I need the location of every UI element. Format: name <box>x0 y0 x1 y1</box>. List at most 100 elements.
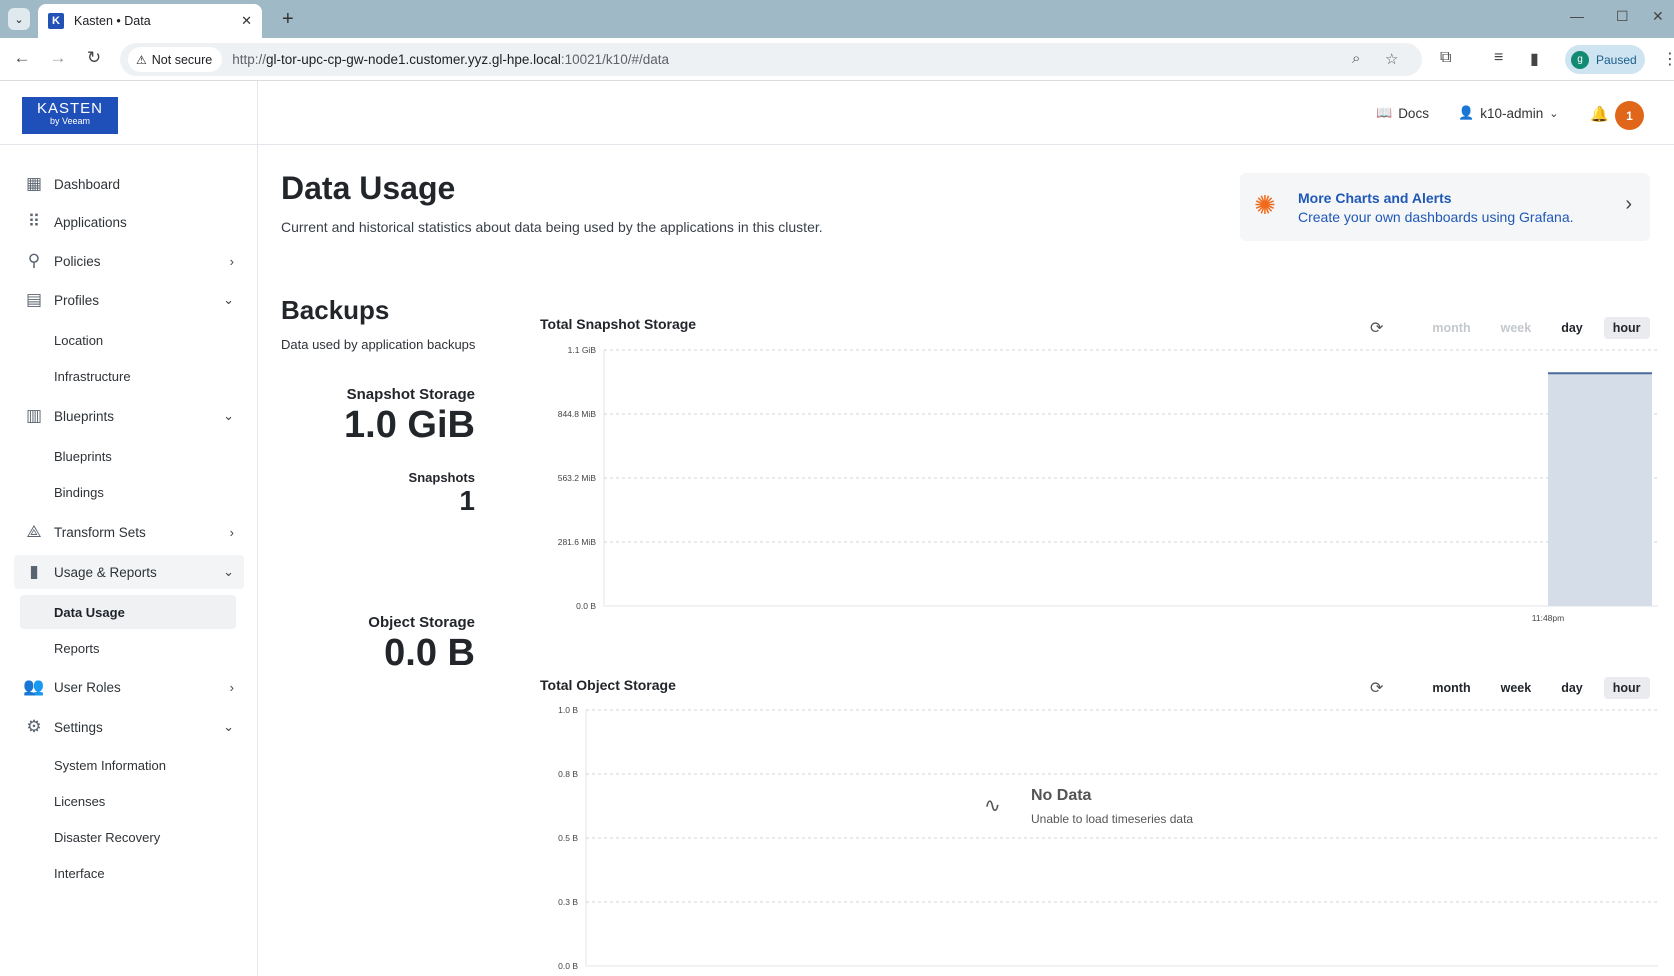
sidebar-sub-blueprints[interactable]: Blueprints <box>20 439 236 473</box>
blueprints-map-icon: ▥ <box>25 406 43 425</box>
sidebar-item-label: Settings <box>54 719 103 735</box>
x-tick-label: 11:48pm <box>1532 613 1564 623</box>
sidebar-sub-data-usage[interactable]: Data Usage <box>20 595 236 629</box>
chevron-right-icon: › <box>229 524 234 540</box>
y-tick-label: 0.0 B <box>576 601 596 611</box>
sidebar-sub-system-information[interactable]: System Information <box>20 748 236 782</box>
tab-close-icon[interactable]: ✕ <box>241 13 252 29</box>
grafana-title: More Charts and Alerts <box>1298 190 1452 206</box>
dashboard-icon: ▦ <box>25 174 43 193</box>
sidebar-sub-interface[interactable]: Interface <box>20 856 236 890</box>
logo-area: KASTEN by Veeam <box>0 81 258 145</box>
browser-menu-icon[interactable]: ⋮ <box>1662 49 1674 69</box>
range-week-button[interactable]: week <box>1492 677 1541 699</box>
sidebar-item-user-roles[interactable]: 👥 User Roles › <box>14 670 244 704</box>
chart-title-object: Total Object Storage <box>540 677 676 693</box>
snapshot-storage-value: 1.0 GiB <box>344 404 475 446</box>
kasten-favicon-icon: K <box>48 13 64 29</box>
warning-triangle-icon: ⚠ <box>136 52 147 67</box>
sidebar-item-settings[interactable]: ⚙ Settings ⌄ <box>14 710 244 744</box>
back-arrow-icon[interactable]: ← <box>10 48 34 68</box>
range-day-button[interactable]: day <box>1552 317 1592 339</box>
docs-label: Docs <box>1398 105 1429 121</box>
object-storage-value: 0.0 B <box>384 632 475 674</box>
grafana-subtitle: Create your own dashboards using Grafana… <box>1298 209 1574 225</box>
user-menu[interactable]: 👤 k10-admin ⌄ <box>1458 105 1558 121</box>
bookmark-star-icon[interactable]: ☆ <box>1385 50 1398 68</box>
sidebar-sub-licenses[interactable]: Licenses <box>20 784 236 818</box>
range-selector-snapshot: ⟳ month week day hour <box>1370 316 1650 340</box>
url-text[interactable]: http://gl-tor-upc-cp-gw-node1.customer.y… <box>232 52 669 67</box>
sidebar-item-policies[interactable]: ⚲ Policies › <box>14 244 244 278</box>
sidebar-item-profiles[interactable]: ▤ Profiles ⌄ <box>14 283 244 317</box>
y-tick-label: 0.0 B <box>558 961 578 971</box>
tab-title: Kasten • Data <box>74 14 151 28</box>
grafana-card[interactable]: ✺ More Charts and Alerts Create your own… <box>1240 173 1650 241</box>
sidebar-item-label: Policies <box>54 253 101 269</box>
docs-link[interactable]: 📖 Docs <box>1376 105 1429 121</box>
side-panel-icon[interactable]: ▮ <box>1530 49 1539 69</box>
refresh-icon[interactable]: ⟳ <box>1370 318 1383 338</box>
apps-grid-icon: ⠿ <box>27 212 41 231</box>
new-tab-plus-icon[interactable]: + <box>282 8 294 30</box>
range-hour-button[interactable]: hour <box>1603 317 1650 339</box>
chevron-down-icon: ⌄ <box>1549 107 1559 120</box>
backups-subtitle: Data used by application backups <box>281 337 476 352</box>
sidebar-sub-infrastructure[interactable]: Infrastructure <box>20 359 236 393</box>
user-icon: 👤 <box>1458 105 1475 120</box>
sidebar-item-applications[interactable]: ⠿ Applications <box>14 205 244 239</box>
transform-icon: ⟁ <box>26 522 42 541</box>
sidebar-sub-location[interactable]: Location <box>20 323 236 357</box>
media-controls-icon[interactable]: ≡ <box>1494 49 1503 67</box>
y-tick-label: 0.8 B <box>558 769 578 779</box>
range-month-button[interactable]: month <box>1423 317 1479 339</box>
object-storage-label: Object Storage <box>368 614 475 631</box>
snapshots-label: Snapshots <box>408 470 475 485</box>
profile-chip[interactable]: g Paused <box>1565 45 1645 74</box>
range-day-button[interactable]: day <box>1552 677 1592 699</box>
sidebar-sub-disaster-recovery[interactable]: Disaster Recovery <box>20 820 236 854</box>
sidebar-item-label: User Roles <box>54 679 121 695</box>
y-tick-label: 1.0 B <box>558 705 578 715</box>
chevron-down-icon: ⌄ <box>223 564 234 579</box>
tab-list-chevron-icon[interactable]: ⌄ <box>8 8 30 30</box>
forward-arrow-icon[interactable]: → <box>46 48 70 68</box>
extensions-icon[interactable]: ⧉ <box>1440 49 1451 67</box>
chart-title-snapshot: Total Snapshot Storage <box>540 316 697 332</box>
sidebar-item-usage-reports[interactable]: ▮ Usage & Reports ⌄ <box>14 555 244 589</box>
minimize-icon[interactable]: — <box>1570 8 1584 24</box>
range-hour-button[interactable]: hour <box>1603 677 1650 699</box>
range-week-button[interactable]: week <box>1492 317 1541 339</box>
sidebar-sub-bindings[interactable]: Bindings <box>20 475 236 509</box>
security-chip[interactable]: ⚠ Not secure <box>128 47 223 72</box>
notification-badge[interactable]: 1 <box>1615 101 1644 130</box>
sidebar-item-label: Applications <box>54 214 127 230</box>
sidebar-item-dashboard[interactable]: ▦ Dashboard <box>14 167 244 201</box>
kasten-logo[interactable]: KASTEN by Veeam <box>22 97 118 134</box>
chevron-right-icon: › <box>229 679 234 695</box>
line-chart-icon: ∿ <box>984 795 1001 817</box>
refresh-icon[interactable]: ⟳ <box>1370 678 1383 698</box>
sidebar-item-blueprints[interactable]: ▥ Blueprints ⌄ <box>14 399 244 433</box>
sidebar-item-transform-sets[interactable]: ⟁ Transform Sets › <box>14 515 244 549</box>
gear-icon: ⚙ <box>26 717 42 736</box>
zoom-icon[interactable]: ⌕ <box>1352 50 1360 67</box>
profile-status: Paused <box>1596 52 1637 67</box>
snapshots-value: 1 <box>459 485 475 516</box>
browser-tab-active[interactable]: K Kasten • Data ✕ <box>38 4 262 38</box>
y-tick-label: 1.1 GiB <box>568 345 597 355</box>
address-bar[interactable]: ⚠ Not secure http://gl-tor-upc-cp-gw-nod… <box>120 43 1422 76</box>
sidebar-item-label: Transform Sets <box>54 524 146 540</box>
window-close-icon[interactable]: ✕ <box>1652 8 1664 25</box>
range-selector-object: ⟳ month week day hour <box>1370 676 1650 700</box>
maximize-icon[interactable]: ☐ <box>1616 8 1629 25</box>
grafana-logo-icon: ✺ <box>1254 190 1276 220</box>
url-path: :10021/k10/#/data <box>560 52 669 67</box>
range-month-button[interactable]: month <box>1423 677 1479 699</box>
bell-icon[interactable]: 🔔 <box>1590 105 1609 123</box>
chevron-down-icon: ⌄ <box>223 292 234 307</box>
y-tick-label: 281.6 MiB <box>558 537 597 547</box>
sidebar-sub-reports[interactable]: Reports <box>20 631 236 665</box>
book-icon: 📖 <box>1376 105 1393 120</box>
reload-icon[interactable]: ↻ <box>82 48 106 68</box>
